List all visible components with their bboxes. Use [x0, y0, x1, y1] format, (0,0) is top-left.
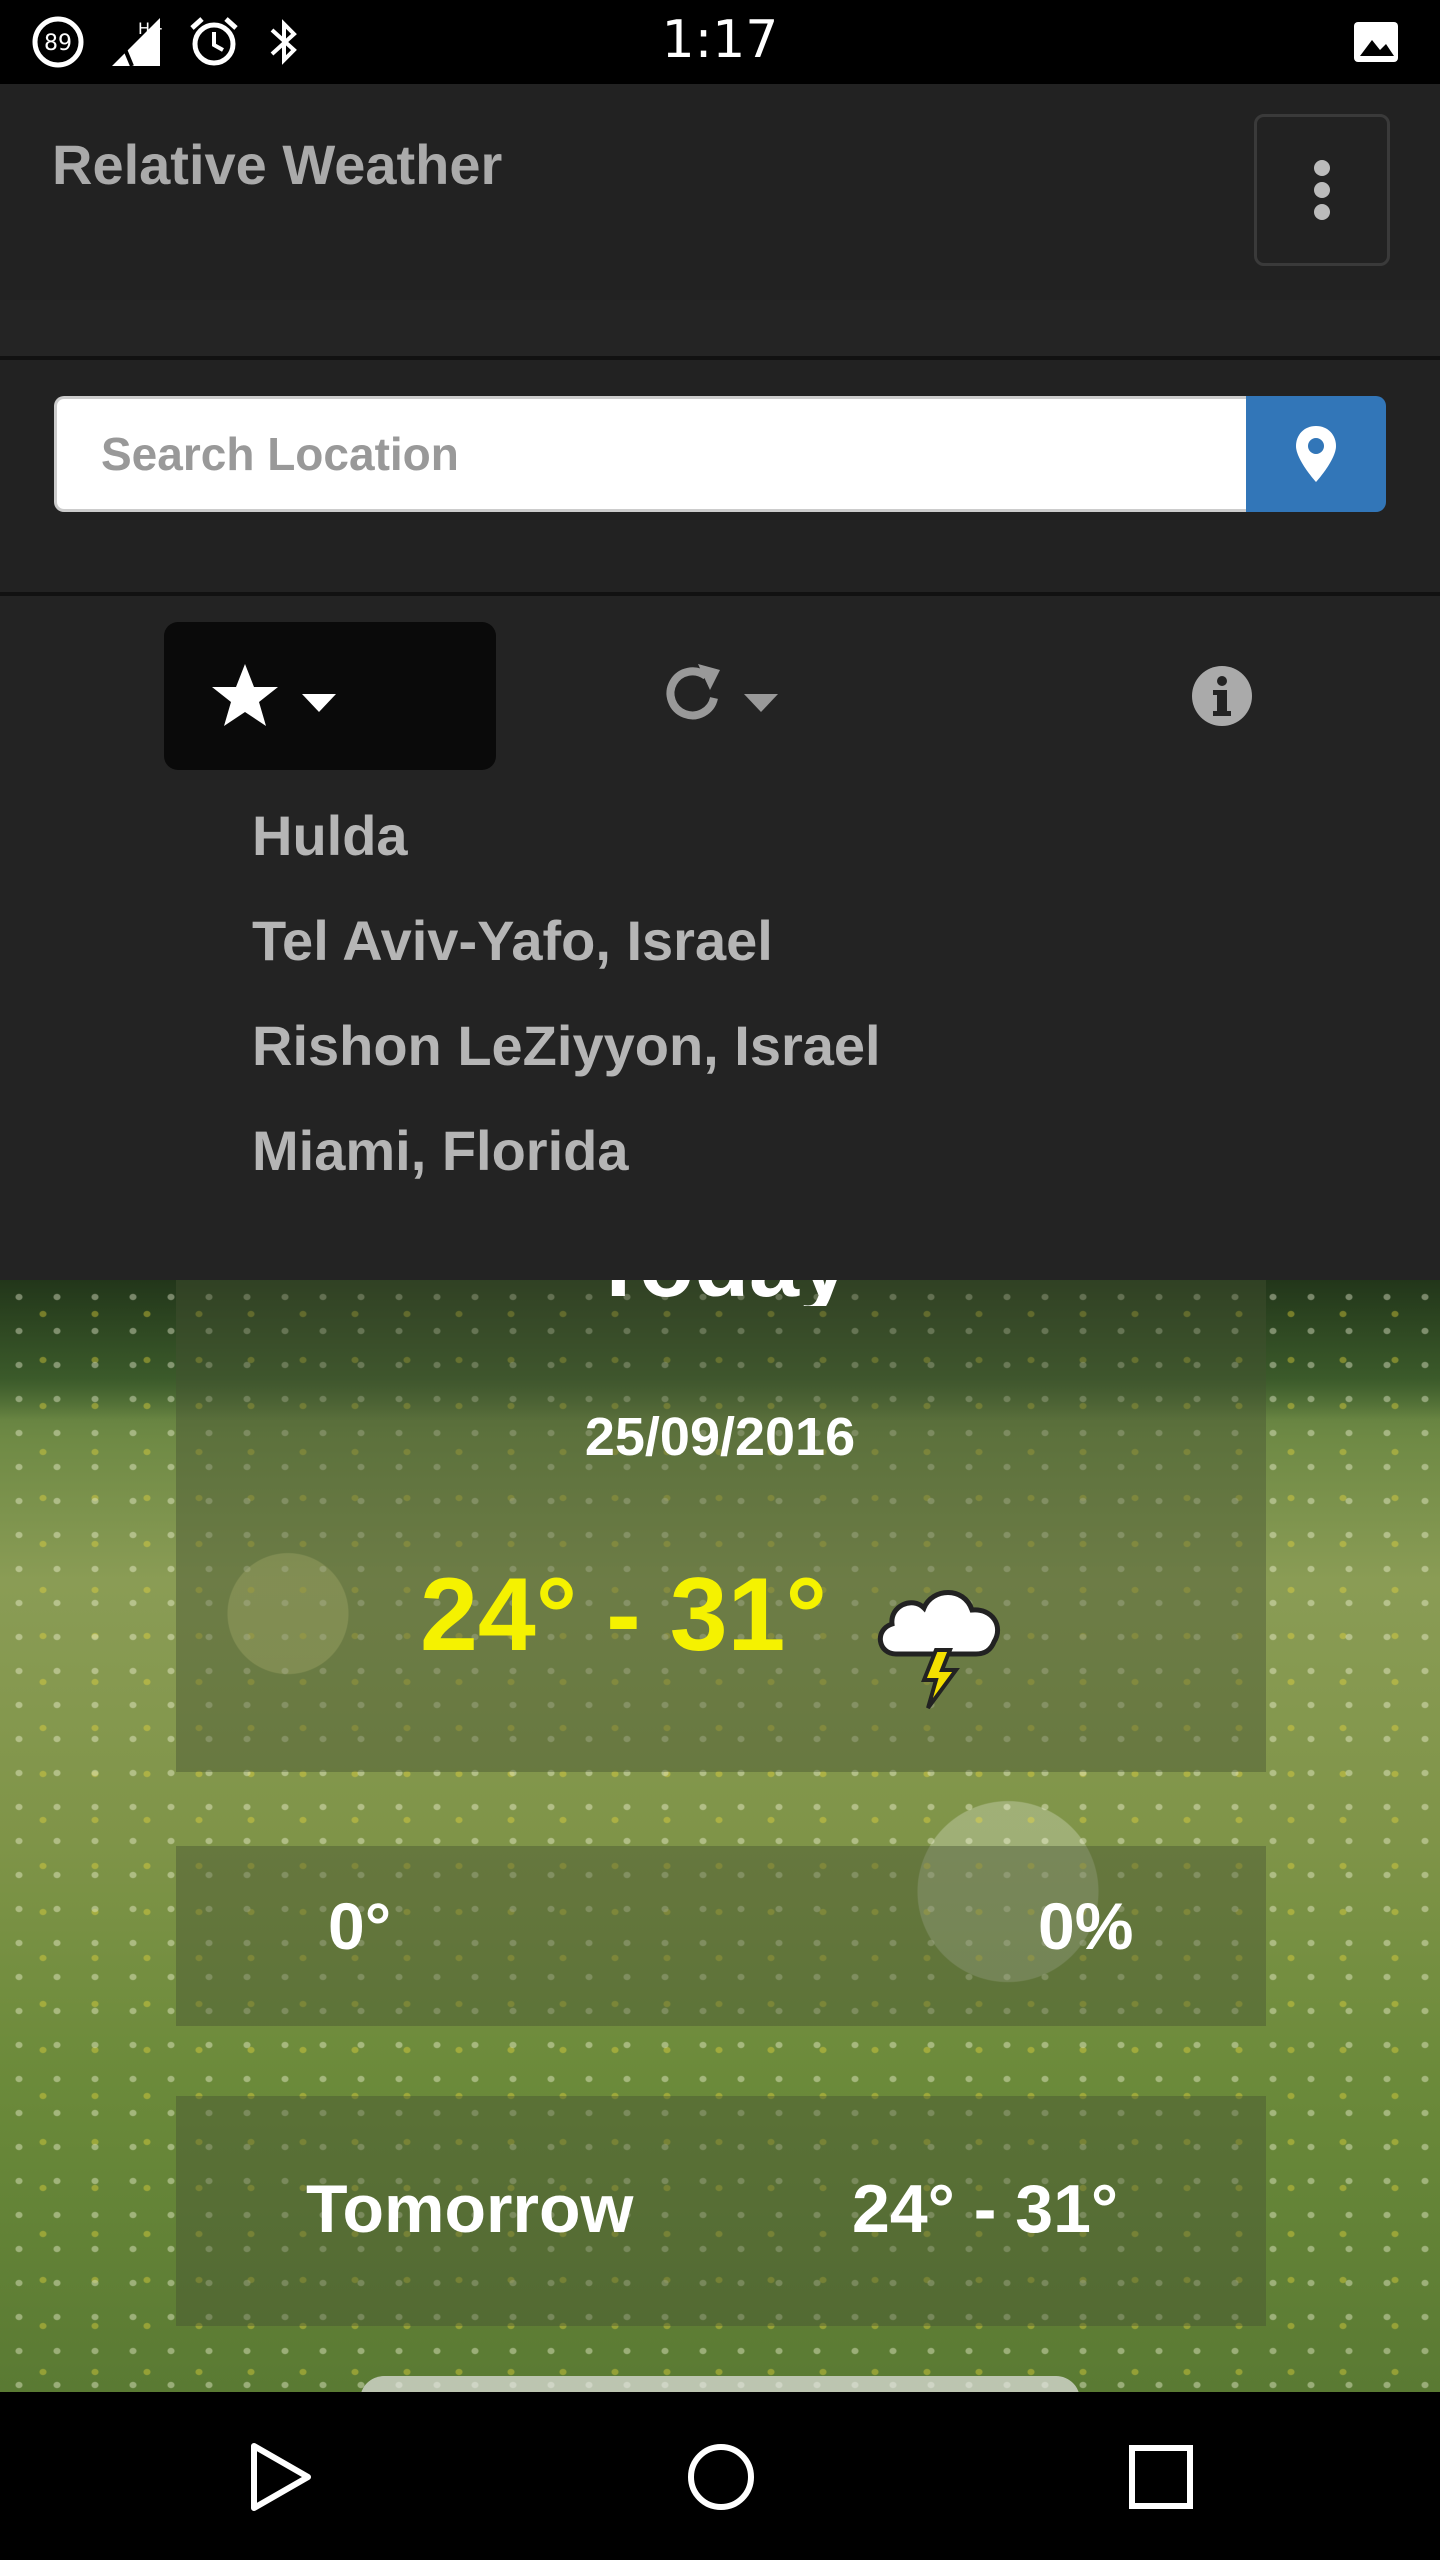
- favorites-dropdown-button[interactable]: [164, 622, 496, 770]
- favorite-location-item[interactable]: Hulda: [252, 796, 881, 901]
- caret-down-icon: [302, 694, 336, 712]
- map-marker-icon: [1296, 426, 1336, 482]
- star-icon: [212, 664, 278, 726]
- current-location-button[interactable]: [1246, 396, 1386, 512]
- today-card[interactable]: [176, 1280, 1266, 1772]
- back-icon[interactable]: [236, 2432, 326, 2522]
- precipitation-value: 0%: [1038, 1889, 1134, 1963]
- more-vert-icon: [1314, 160, 1330, 220]
- thunderstorm-icon: [878, 1590, 1001, 1710]
- favorite-location-item[interactable]: Rishon LeZiyyon, Israel: [252, 1006, 881, 1111]
- info-button[interactable]: [1190, 664, 1254, 728]
- status-bar: 89 H+ 1:17: [0, 0, 1440, 84]
- caret-down-icon: [744, 694, 778, 712]
- favorite-location-item[interactable]: Tel Aviv-Yafo, Israel: [252, 901, 881, 1006]
- search-location-input[interactable]: [54, 396, 1246, 512]
- status-time: 1:17: [661, 10, 779, 70]
- toolbar-panel: Hulda Tel Aviv-Yafo, Israel Rishon LeZiy…: [0, 596, 1440, 1280]
- image-icon: [1354, 22, 1398, 62]
- tomorrow-temperature-range: 24° - 31°: [852, 2171, 1119, 2247]
- divider-strip: [0, 300, 1440, 360]
- system-navigation-bar: [0, 2392, 1440, 2560]
- app-title: Relative Weather: [52, 133, 503, 196]
- app-bar: Relative Weather: [0, 84, 1440, 304]
- info-icon: [1192, 666, 1252, 726]
- refresh-dropdown-button[interactable]: [650, 652, 790, 742]
- home-icon[interactable]: [676, 2432, 766, 2522]
- search-section: [0, 360, 1440, 596]
- tomorrow-label: Tomorrow: [306, 2171, 634, 2247]
- today-temperature-range: 24° - 31°: [420, 1557, 827, 1673]
- overflow-menu-button[interactable]: [1254, 114, 1390, 266]
- today-date: 25/09/2016: [584, 1407, 856, 1467]
- favorite-location-item[interactable]: Miami, Florida: [252, 1111, 881, 1216]
- recents-icon[interactable]: [1116, 2432, 1206, 2522]
- refresh-icon: [666, 664, 720, 720]
- wind-direction-value: 0°: [328, 1889, 392, 1963]
- favorites-dropdown-list: Hulda Tel Aviv-Yafo, Israel Rishon LeZiy…: [252, 796, 881, 1216]
